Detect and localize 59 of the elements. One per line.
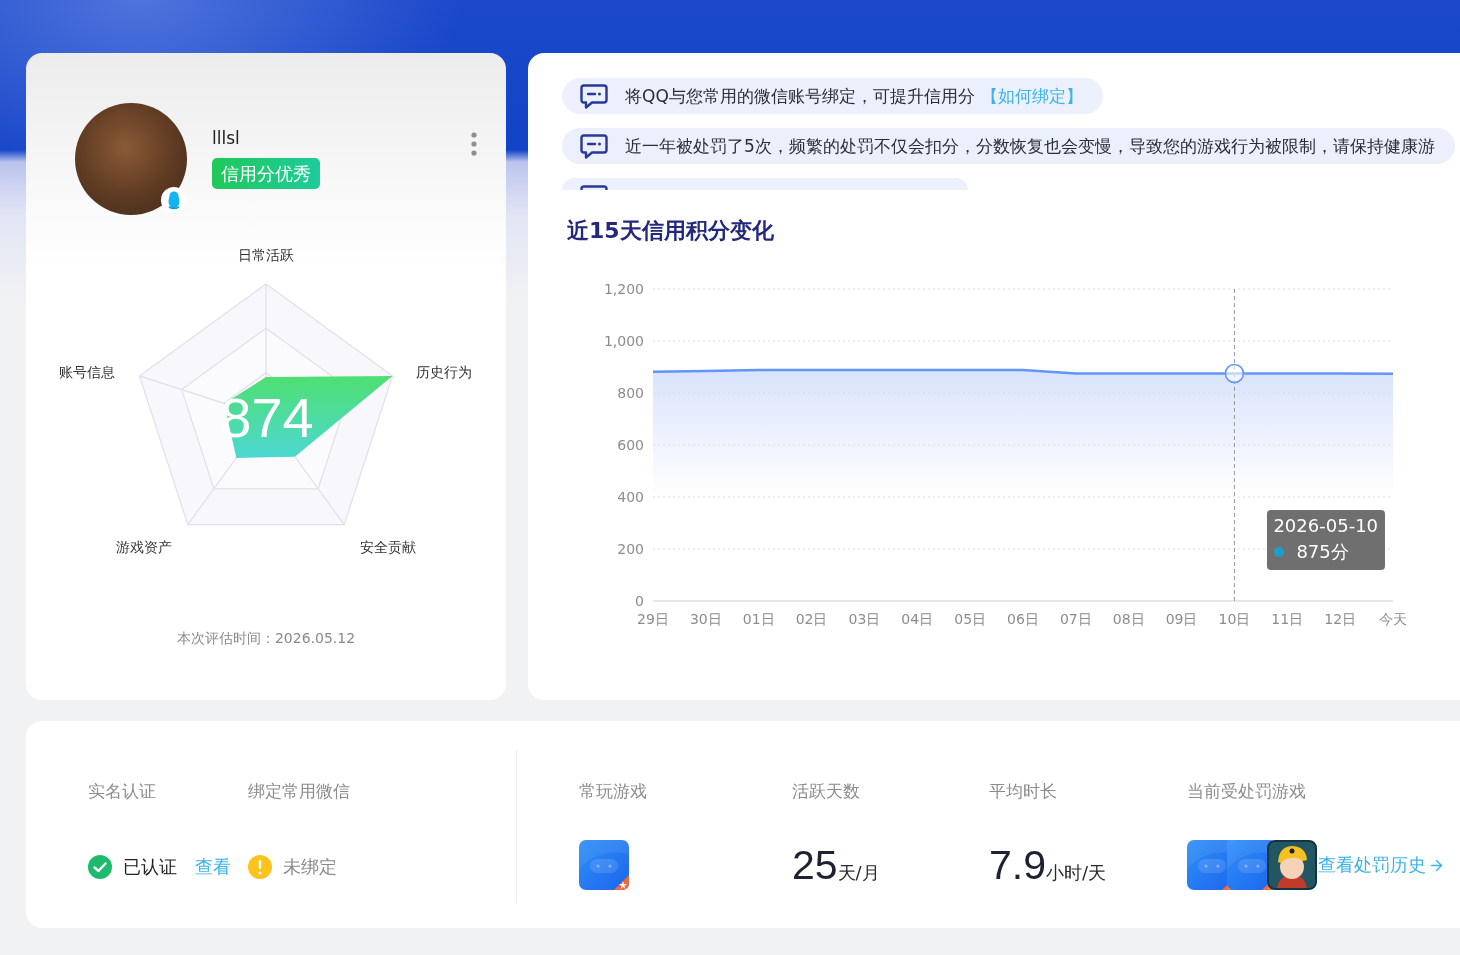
verification-status: 已认证 [123,855,177,879]
y-tick-label: 1,200 [603,281,644,297]
user-name: lllsl [212,128,240,148]
radar-axis-label: 安全贡献 [360,539,416,555]
legend-dot-icon [1274,547,1285,557]
stat-label: 活跃天数 [792,781,860,801]
chart-title: 近15天信用积分变化 [567,218,774,244]
verification-status: 未绑定 [283,855,337,879]
x-tick-label: 02日 [795,611,828,627]
verification-label: 绑定常用微信 [248,781,350,801]
verification-label: 实名认证 [88,781,156,801]
radar-axis-label: 账号信息 [59,364,115,380]
x-tick-label: 03日 [848,611,881,627]
x-tick-label: 11日 [1271,611,1304,627]
x-tick-label: 12日 [1324,611,1357,627]
y-tick-label: 1,000 [603,333,644,349]
data-point-marker [1224,363,1245,384]
y-tick-label: 400 [617,489,644,505]
more-icon[interactable] [471,132,477,156]
x-tick-label: 08日 [1112,611,1145,627]
y-tick-label: 0 [635,593,644,609]
chat-bubble-icon [580,133,608,159]
cut-off-icon [580,185,608,190]
evaluation-time: 本次评估时间：2026.05.12 [176,630,356,648]
stat-value: 7.9 [989,844,1046,886]
x-tick-label: 29日 [637,611,669,627]
tooltip-date: 2026-05-10 [1273,514,1379,538]
x-tick-label: 04日 [901,611,934,627]
x-tick-label: 09日 [1165,611,1198,627]
x-tick-label: 05日 [954,611,987,627]
y-tick-label: 800 [617,385,644,401]
stat-label: 常玩游戏 [579,781,647,801]
notice-text: 将QQ与您常用的微信账号绑定，可提升信用分 【如何绑定】 [625,84,1083,108]
stat-label: 当前受处罚游戏 [1187,781,1306,801]
y-tick-label: 200 [617,541,644,557]
x-tick-label: 01日 [742,611,775,627]
x-tick-label: 10日 [1218,611,1251,627]
credit-level-badge: 信用分优秀 [212,158,320,189]
tooltip-value: 875分 [1296,540,1349,564]
y-tick-label: 600 [617,437,644,453]
penalty-history-link[interactable]: 查看处罚历史 [1318,853,1445,877]
stat-unit: 小时/天 [1046,861,1107,885]
cartoon-game-icon[interactable] [1267,840,1317,890]
x-tick-label: 07日 [1059,611,1092,627]
radar-axis-label: 游戏资产 [116,539,172,555]
penguin-icon [161,187,187,213]
chat-bubble-icon [580,83,608,109]
x-tick-label: 今天 [1379,611,1407,627]
stat-label: 平均时长 [989,781,1057,801]
stat-value: 25 [792,844,838,886]
x-tick-label: 30日 [689,611,722,627]
view-link[interactable]: 查看 [195,855,231,879]
notice-text: 近一年被处罚了5次，频繁的处罚不仅会扣分，分数恢复也会变慢，导致您的游戏行为被限制，请保持健康游 [625,134,1435,158]
x-tick-label: 06日 [1007,611,1039,627]
game-icon[interactable] [579,840,629,890]
radar-axis-label: 历史行为 [416,364,472,380]
stat-unit: 天/月 [837,860,880,885]
notice-link[interactable]: 【如何绑定】 [980,85,1083,106]
radar-axis-label: 日常活跃 [238,247,294,263]
